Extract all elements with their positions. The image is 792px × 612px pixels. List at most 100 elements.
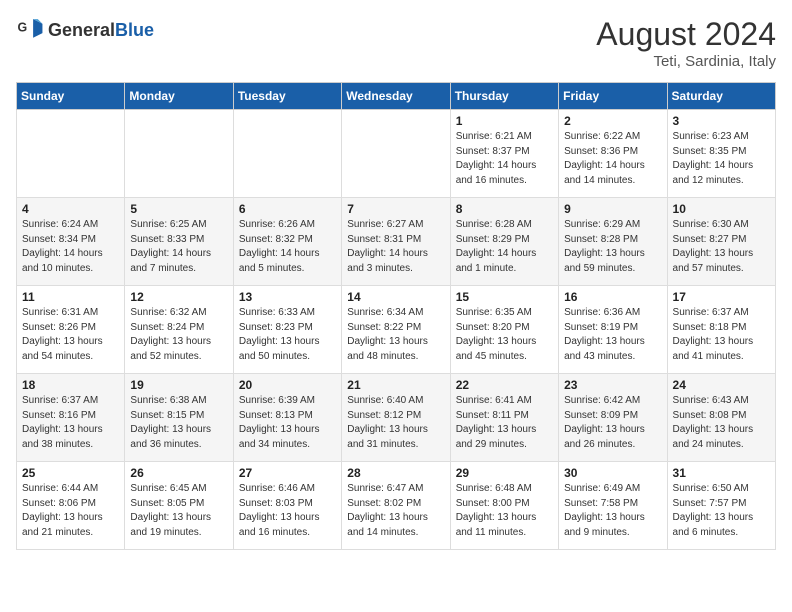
calendar-cell: [125, 110, 233, 198]
day-info: Sunrise: 6:42 AM Sunset: 8:09 PM Dayligh…: [564, 394, 661, 452]
header-row: SundayMondayTuesdayWednesdayThursdayFrid…: [17, 83, 776, 110]
day-number: 16: [564, 290, 661, 304]
day-number: 14: [347, 290, 444, 304]
day-number: 9: [564, 202, 661, 216]
day-info: Sunrise: 6:23 AM Sunset: 8:35 PM Dayligh…: [673, 130, 770, 188]
logo-blue-text: Blue: [115, 20, 154, 41]
location-subtitle: Teti, Sardinia, Italy: [596, 53, 776, 70]
day-header-friday: Friday: [559, 83, 667, 110]
day-number: 11: [22, 290, 119, 304]
day-number: 15: [456, 290, 553, 304]
day-info: Sunrise: 6:48 AM Sunset: 8:00 PM Dayligh…: [456, 482, 553, 540]
day-header-saturday: Saturday: [667, 83, 775, 110]
title-block: August 2024 Teti, Sardinia, Italy: [596, 16, 776, 70]
week-row-3: 11 Sunrise: 6:31 AM Sunset: 8:26 PM Dayli…: [17, 286, 776, 374]
calendar-cell: 15 Sunrise: 6:35 AM Sunset: 8:20 PM Dayli…: [450, 286, 558, 374]
day-number: 2: [564, 114, 661, 128]
calendar-cell: 13Sunrise: 6:33 AM Sunset: 8:23 PM Dayli…: [233, 286, 341, 374]
calendar-cell: 7 Sunrise: 6:27 AM Sunset: 8:31 PM Daylig…: [342, 198, 450, 286]
day-number: 18: [22, 378, 119, 392]
day-info: Sunrise: 6:44 AM Sunset: 8:06 PM Dayligh…: [22, 482, 119, 540]
day-number: 4: [22, 202, 119, 216]
day-header-thursday: Thursday: [450, 83, 558, 110]
calendar-cell: 22 Sunrise: 6:41 AM Sunset: 8:11 PM Dayli…: [450, 374, 558, 462]
day-info: Sunrise: 6:21 AM Sunset: 8:37 PM Dayligh…: [456, 130, 553, 188]
day-number: 3: [673, 114, 770, 128]
day-number: 12: [130, 290, 227, 304]
day-info: Sunrise: 6:31 AM Sunset: 8:26 PM Dayligh…: [22, 306, 119, 364]
day-info: Sunrise: 6:35 AM Sunset: 8:20 PM Dayligh…: [456, 306, 553, 364]
calendar-cell: 3 Sunrise: 6:23 AM Sunset: 8:35 PM Daylig…: [667, 110, 775, 198]
calendar-table: SundayMondayTuesdayWednesdayThursdayFrid…: [16, 82, 776, 550]
day-info: Sunrise: 6:25 AM Sunset: 8:33 PM Dayligh…: [130, 218, 227, 276]
day-number: 10: [673, 202, 770, 216]
day-number: 7: [347, 202, 444, 216]
day-number: 29: [456, 466, 553, 480]
day-info: Sunrise: 6:36 AM Sunset: 8:19 PM Dayligh…: [564, 306, 661, 364]
week-row-5: 25 Sunrise: 6:44 AM Sunset: 8:06 PM Dayli…: [17, 462, 776, 550]
day-number: 13: [239, 290, 336, 304]
day-number: 19: [130, 378, 227, 392]
calendar-cell: 18 Sunrise: 6:37 AM Sunset: 8:16 PM Dayli…: [17, 374, 125, 462]
day-number: 1: [456, 114, 553, 128]
calendar-cell: 29 Sunrise: 6:48 AM Sunset: 8:00 PM Dayli…: [450, 462, 558, 550]
page-header: G General Blue August 2024 Teti, Sardini…: [16, 16, 776, 70]
day-header-sunday: Sunday: [17, 83, 125, 110]
day-info: Sunrise: 6:32 AM Sunset: 8:24 PM Dayligh…: [130, 306, 227, 364]
calendar-cell: 4 Sunrise: 6:24 AM Sunset: 8:34 PM Daylig…: [17, 198, 125, 286]
month-year-title: August 2024: [596, 16, 776, 53]
day-info: Sunrise: 6:37 AM Sunset: 8:16 PM Dayligh…: [22, 394, 119, 452]
logo-icon: G: [16, 16, 44, 44]
calendar-cell: 5Sunrise: 6:25 AM Sunset: 8:33 PM Daylig…: [125, 198, 233, 286]
day-info: Sunrise: 6:43 AM Sunset: 8:08 PM Dayligh…: [673, 394, 770, 452]
calendar-cell: 16 Sunrise: 6:36 AM Sunset: 8:19 PM Dayli…: [559, 286, 667, 374]
week-row-2: 4 Sunrise: 6:24 AM Sunset: 8:34 PM Daylig…: [17, 198, 776, 286]
day-info: Sunrise: 6:24 AM Sunset: 8:34 PM Dayligh…: [22, 218, 119, 276]
day-info: Sunrise: 6:50 AM Sunset: 7:57 PM Dayligh…: [673, 482, 770, 540]
calendar-cell: [233, 110, 341, 198]
calendar-cell: [17, 110, 125, 198]
day-info: Sunrise: 6:22 AM Sunset: 8:36 PM Dayligh…: [564, 130, 661, 188]
day-info: Sunrise: 6:34 AM Sunset: 8:22 PM Dayligh…: [347, 306, 444, 364]
day-number: 22: [456, 378, 553, 392]
calendar-cell: 19 Sunrise: 6:38 AM Sunset: 8:15 PM Dayli…: [125, 374, 233, 462]
day-number: 23: [564, 378, 661, 392]
day-info: Sunrise: 6:45 AM Sunset: 8:05 PM Dayligh…: [130, 482, 227, 540]
calendar-cell: 21Sunrise: 6:40 AM Sunset: 8:12 PM Dayli…: [342, 374, 450, 462]
day-info: Sunrise: 6:30 AM Sunset: 8:27 PM Dayligh…: [673, 218, 770, 276]
calendar-cell: 30Sunrise: 6:49 AM Sunset: 7:58 PM Dayli…: [559, 462, 667, 550]
day-info: Sunrise: 6:46 AM Sunset: 8:03 PM Dayligh…: [239, 482, 336, 540]
calendar-cell: 14 Sunrise: 6:34 AM Sunset: 8:22 PM Dayli…: [342, 286, 450, 374]
day-number: 17: [673, 290, 770, 304]
day-number: 31: [673, 466, 770, 480]
day-header-monday: Monday: [125, 83, 233, 110]
calendar-cell: [342, 110, 450, 198]
day-info: Sunrise: 6:29 AM Sunset: 8:28 PM Dayligh…: [564, 218, 661, 276]
day-info: Sunrise: 6:37 AM Sunset: 8:18 PM Dayligh…: [673, 306, 770, 364]
calendar-cell: 28Sunrise: 6:47 AM Sunset: 8:02 PM Dayli…: [342, 462, 450, 550]
logo: G General Blue: [16, 16, 154, 44]
calendar-cell: 6Sunrise: 6:26 AM Sunset: 8:32 PM Daylig…: [233, 198, 341, 286]
calendar-cell: 25 Sunrise: 6:44 AM Sunset: 8:06 PM Dayli…: [17, 462, 125, 550]
day-number: 26: [130, 466, 227, 480]
day-number: 27: [239, 466, 336, 480]
day-number: 25: [22, 466, 119, 480]
day-number: 30: [564, 466, 661, 480]
day-info: Sunrise: 6:27 AM Sunset: 8:31 PM Dayligh…: [347, 218, 444, 276]
day-header-tuesday: Tuesday: [233, 83, 341, 110]
calendar-cell: 20 Sunrise: 6:39 AM Sunset: 8:13 PM Dayli…: [233, 374, 341, 462]
calendar-cell: 11 Sunrise: 6:31 AM Sunset: 8:26 PM Dayli…: [17, 286, 125, 374]
day-info: Sunrise: 6:41 AM Sunset: 8:11 PM Dayligh…: [456, 394, 553, 452]
day-number: 8: [456, 202, 553, 216]
day-info: Sunrise: 6:39 AM Sunset: 8:13 PM Dayligh…: [239, 394, 336, 452]
calendar-cell: 12 Sunrise: 6:32 AM Sunset: 8:24 PM Dayli…: [125, 286, 233, 374]
day-number: 20: [239, 378, 336, 392]
day-info: Sunrise: 6:38 AM Sunset: 8:15 PM Dayligh…: [130, 394, 227, 452]
day-number: 24: [673, 378, 770, 392]
calendar-cell: 17 Sunrise: 6:37 AM Sunset: 8:18 PM Dayli…: [667, 286, 775, 374]
calendar-cell: 31 Sunrise: 6:50 AM Sunset: 7:57 PM Dayli…: [667, 462, 775, 550]
day-info: Sunrise: 6:28 AM Sunset: 8:29 PM Dayligh…: [456, 218, 553, 276]
day-number: 28: [347, 466, 444, 480]
day-number: 21: [347, 378, 444, 392]
day-number: 6: [239, 202, 336, 216]
